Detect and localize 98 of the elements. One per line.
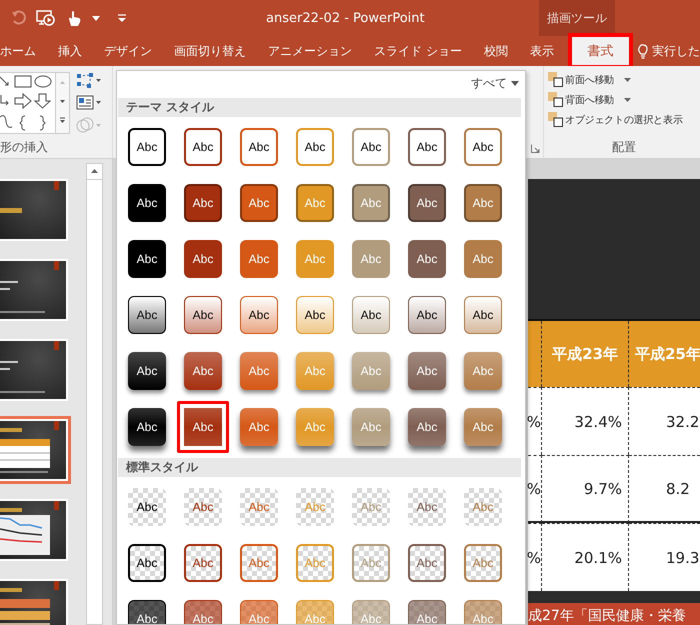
- section-heading: 標準スタイル: [126, 459, 198, 476]
- scrollbar[interactable]: [86, 163, 103, 625]
- arrange-button[interactable]: 背面へ移動: [548, 92, 700, 107]
- style-swatch[interactable]: Abc: [240, 488, 278, 526]
- ribbon-tab[interactable]: 挿入: [47, 36, 93, 66]
- arrange-button[interactable]: 前面へ移動: [548, 72, 700, 87]
- style-swatch[interactable]: Abc: [464, 184, 502, 222]
- style-swatch[interactable]: Abc: [408, 296, 446, 334]
- table-cell: 8.2: [629, 455, 700, 523]
- style-swatch[interactable]: Abc: [184, 544, 222, 582]
- style-swatch[interactable]: Abc: [408, 240, 446, 278]
- style-swatch[interactable]: Abc: [184, 488, 222, 526]
- ribbon-tab[interactable]: 校閲: [472, 36, 519, 66]
- table-cell: 32.4%: [542, 387, 629, 455]
- style-swatch[interactable]: Abc: [240, 184, 278, 222]
- style-swatch[interactable]: Abc: [408, 128, 446, 166]
- slide-thumbnail[interactable]: [0, 339, 68, 401]
- table-cell: 32.2: [629, 387, 700, 455]
- filter-dropdown[interactable]: すべて: [469, 74, 521, 92]
- slide-thumbnail[interactable]: [0, 419, 68, 481]
- slide-thumbnail[interactable]: [0, 579, 68, 625]
- table-header-cell: 平成23年: [542, 321, 629, 387]
- layer-icon: [548, 92, 563, 107]
- style-swatch[interactable]: Abc: [408, 184, 446, 222]
- style-swatch[interactable]: Abc: [128, 352, 166, 390]
- style-swatch[interactable]: Abc: [184, 128, 222, 166]
- window-title: anser22-02 - PowerPoint: [266, 10, 425, 26]
- style-swatch[interactable]: Abc: [128, 296, 166, 334]
- style-swatch[interactable]: Abc: [408, 600, 446, 624]
- slideshow-icon[interactable]: [36, 9, 56, 27]
- tell-me-text[interactable]: 実行した: [652, 42, 700, 60]
- style-swatch[interactable]: Abc: [408, 408, 446, 446]
- style-swatch[interactable]: Abc: [128, 408, 166, 446]
- style-swatch[interactable]: Abc: [464, 296, 502, 334]
- touch-icon[interactable]: [66, 9, 82, 27]
- style-swatch[interactable]: Abc: [464, 240, 502, 278]
- style-swatch[interactable]: Abc: [177, 401, 229, 453]
- arrange-button[interactable]: オブジェクトの選択と表示: [548, 112, 700, 127]
- slide-thumbnail[interactable]: [0, 259, 68, 321]
- style-swatch[interactable]: Abc: [184, 296, 222, 334]
- slide-thumbnail[interactable]: [0, 499, 68, 561]
- style-swatch[interactable]: Abc: [128, 544, 166, 582]
- style-swatch[interactable]: Abc: [128, 184, 166, 222]
- style-swatch[interactable]: Abc: [240, 544, 278, 582]
- style-swatch[interactable]: Abc: [184, 600, 222, 624]
- style-swatch[interactable]: Abc: [296, 128, 334, 166]
- layer-icon: [548, 112, 563, 127]
- ribbon-tab[interactable]: 書式: [570, 36, 630, 66]
- table-header-cell: [528, 321, 542, 387]
- caret-icon: [511, 80, 519, 86]
- table-cell: %: [528, 387, 542, 455]
- shape-gallery[interactable]: [0, 72, 56, 134]
- style-swatch[interactable]: Abc: [184, 240, 222, 278]
- group-label: 配置: [611, 139, 637, 156]
- slide-thumbnail[interactable]: [0, 179, 68, 241]
- table-cell: %: [528, 455, 542, 523]
- table-cell: 9.7%: [542, 455, 629, 523]
- style-swatch[interactable]: Abc: [128, 600, 166, 624]
- ribbon-tab[interactable]: アニメーション: [257, 36, 363, 66]
- dialog-launcher-icon[interactable]: [531, 144, 540, 153]
- style-swatch[interactable]: Abc: [240, 408, 278, 446]
- style-swatch[interactable]: Abc: [408, 352, 446, 390]
- style-swatch[interactable]: Abc: [128, 240, 166, 278]
- ribbon-tab[interactable]: デザイン: [93, 36, 163, 66]
- ribbon-tab[interactable]: スライド ショー: [363, 36, 473, 66]
- style-swatch[interactable]: Abc: [240, 352, 278, 390]
- section-heading: テーマ スタイル: [126, 99, 214, 116]
- table-cell: 19.3: [629, 523, 700, 591]
- group-label: 形の挿入: [0, 139, 49, 156]
- layer-icon: [548, 72, 563, 87]
- ribbon-tab[interactable]: ホーム: [0, 36, 47, 66]
- edit-points-icon[interactable]: [76, 72, 102, 90]
- style-swatch[interactable]: Abc: [240, 128, 278, 166]
- table-cell: 20.1%: [542, 523, 629, 591]
- caret-icon[interactable]: [92, 16, 100, 20]
- ribbon-tab[interactable]: 画面切り替え: [163, 36, 257, 66]
- style-swatch[interactable]: Abc: [240, 240, 278, 278]
- style-swatch[interactable]: Abc: [240, 600, 278, 624]
- style-swatch[interactable]: Abc: [184, 184, 222, 222]
- text-box-icon[interactable]: [76, 94, 102, 112]
- style-swatch[interactable]: Abc: [184, 352, 222, 390]
- style-swatch[interactable]: Abc: [240, 296, 278, 334]
- style-swatch[interactable]: Abc: [352, 128, 390, 166]
- style-swatch[interactable]: Abc: [128, 128, 166, 166]
- lightbulb-icon[interactable]: [638, 44, 648, 58]
- style-swatch[interactable]: Abc: [128, 488, 166, 526]
- style-swatch[interactable]: Abc: [408, 488, 446, 526]
- context-tab-group: 描画ツール: [539, 0, 615, 36]
- table-cell: %: [528, 523, 542, 591]
- style-swatch[interactable]: Abc: [408, 544, 446, 582]
- ribbon-tab[interactable]: 表示: [518, 36, 565, 66]
- slide-caption: 成27年「国民健康・栄養: [528, 603, 700, 625]
- style-swatch[interactable]: Abc: [464, 352, 502, 390]
- style-swatch[interactable]: Abc: [296, 296, 334, 334]
- customize-icon[interactable]: [118, 14, 126, 22]
- style-swatch[interactable]: Abc: [464, 128, 502, 166]
- style-swatch[interactable]: Abc: [464, 408, 502, 446]
- style-swatch[interactable]: Abc: [352, 296, 390, 334]
